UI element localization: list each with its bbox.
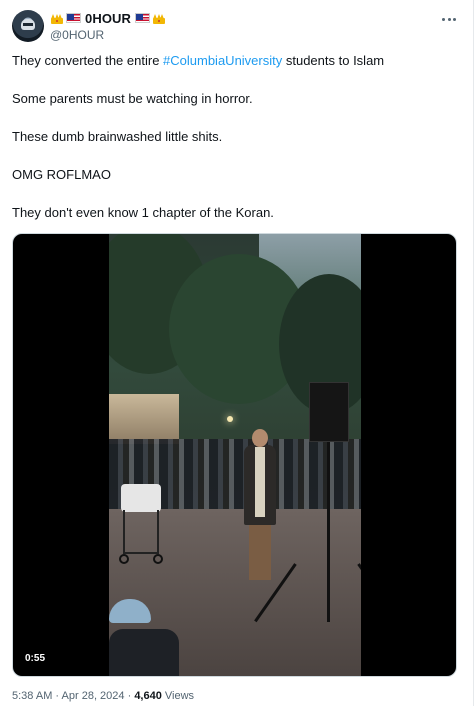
video-speaker bbox=[244, 429, 276, 584]
tweet-line-5: They don't even know 1 chapter of the Ko… bbox=[12, 205, 274, 220]
tweet-line-1: They converted the entire #ColumbiaUnive… bbox=[12, 52, 462, 70]
video-foreground-person bbox=[109, 599, 179, 676]
crown-icon bbox=[152, 12, 166, 24]
meta-separator: · bbox=[124, 690, 135, 702]
tweet-line-3: These dumb brainwashed little shits. bbox=[12, 129, 223, 144]
views-label: Views bbox=[161, 690, 195, 702]
tweet-line-2: Some parents must be watching in horror. bbox=[12, 91, 253, 106]
display-name-line[interactable]: 0HOUR bbox=[50, 10, 166, 26]
video-player[interactable]: 0:55 bbox=[12, 233, 457, 677]
tweet-line-1-end: students to Islam bbox=[282, 53, 385, 68]
hashtag-link[interactable]: #ColumbiaUniversity bbox=[163, 53, 282, 68]
video-building bbox=[109, 394, 179, 444]
tweet-line-4: OMG ROFLMAO bbox=[12, 167, 111, 182]
tweet-date[interactable]: Apr 28, 2024 bbox=[62, 690, 125, 702]
author-handle[interactable]: @0HOUR bbox=[50, 28, 166, 42]
views-count[interactable]: 4,640 bbox=[134, 690, 162, 702]
tweet-text: They converted the entire #ColumbiaUnive… bbox=[12, 52, 462, 242]
avatar-visor-shape bbox=[23, 23, 33, 26]
video-duration: 0:55 bbox=[25, 653, 46, 664]
video-pa-speaker bbox=[309, 382, 349, 442]
more-options-icon[interactable] bbox=[440, 10, 458, 28]
tweet-time[interactable]: 5:38 AM bbox=[12, 690, 52, 702]
video-frame[interactable] bbox=[109, 234, 361, 676]
tweet-line-1-start: They converted the entire bbox=[12, 53, 164, 68]
video-lamp bbox=[227, 416, 233, 422]
tweet-header: 0HOUR @0HOUR bbox=[12, 8, 462, 44]
author-names: 0HOUR @0HOUR bbox=[50, 10, 166, 42]
tweet-meta: 5:38 AM · Apr 28, 2024 · 4,640 Views bbox=[12, 690, 194, 702]
crown-icon bbox=[50, 12, 64, 24]
video-pa-stand bbox=[327, 442, 330, 622]
meta-separator: · bbox=[52, 690, 62, 702]
avatar[interactable] bbox=[12, 10, 44, 42]
display-name[interactable]: 0HOUR bbox=[85, 11, 131, 26]
us-flag-icon bbox=[135, 13, 151, 23]
tweet-card: 0HOUR @0HOUR They converted the entire #… bbox=[0, 0, 474, 706]
us-flag-icon bbox=[66, 13, 81, 23]
video-stroller bbox=[117, 484, 167, 564]
